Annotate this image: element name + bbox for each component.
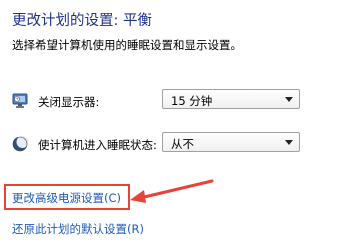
page-title: 更改计划的设置: 平衡 (12, 13, 152, 29)
chevron-down-icon (285, 140, 293, 145)
monitor-icon (12, 93, 28, 109)
sleep-value: 从不 (171, 137, 194, 151)
sleep-label: 使计算机进入睡眠状态: (38, 138, 157, 152)
display-off-label: 关闭显示器: (38, 95, 100, 109)
chevron-down-icon (285, 97, 293, 102)
sleep-setting: 使计算机进入睡眠状态: 从不 (12, 132, 342, 156)
highlight-box (4, 184, 130, 210)
display-off-select[interactable]: 15 分钟 (162, 89, 300, 109)
display-off-value: 15 分钟 (171, 94, 213, 108)
moon-icon (12, 136, 29, 152)
display-off-setting: 关闭显示器: 15 分钟 (12, 89, 342, 113)
annotation-arrow-icon (130, 179, 214, 203)
sleep-select[interactable]: 从不 (162, 132, 300, 152)
page-subtitle: 选择希望计算机使用的睡眠设置和显示设置。 (12, 38, 242, 52)
restore-defaults-link[interactable]: 还原此计划的默认设置(R) (12, 221, 144, 237)
